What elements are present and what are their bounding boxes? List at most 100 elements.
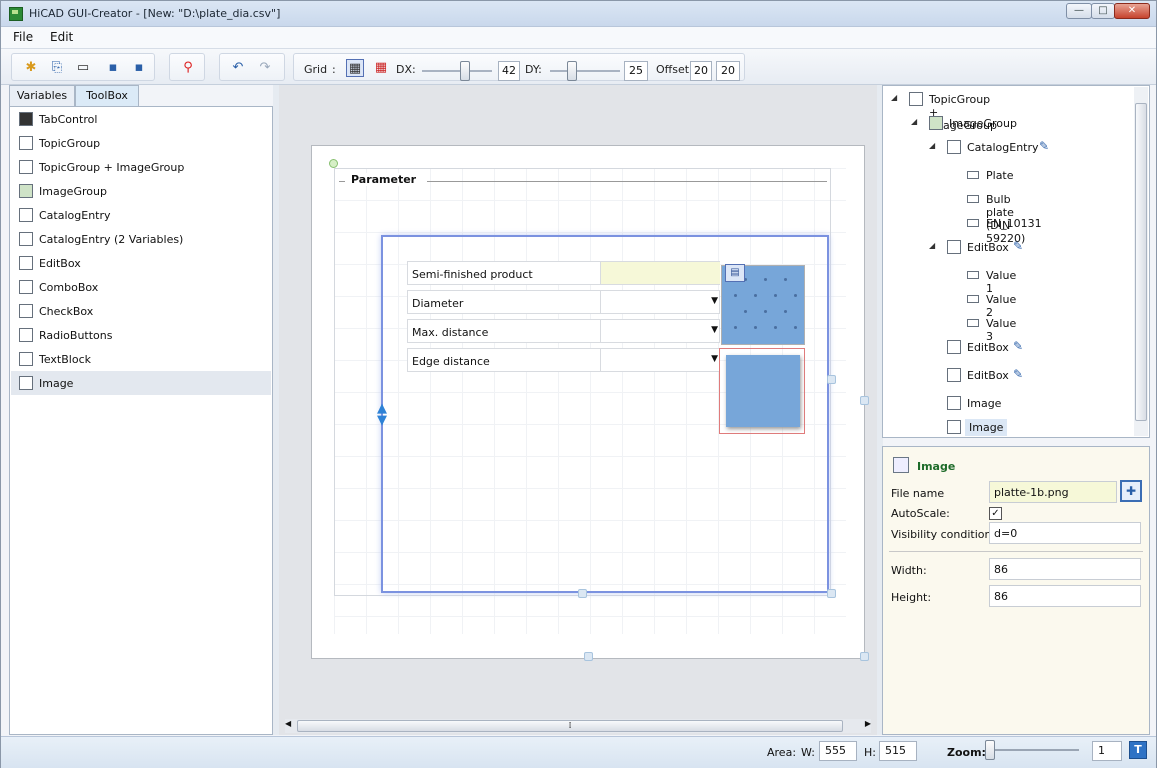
toolbox-item-combobox[interactable]: ComboBox: [11, 275, 271, 299]
snap-icon[interactable]: ▦: [372, 59, 390, 77]
resize-handle[interactable]: [827, 375, 836, 384]
toolbox-item-catalogentry-2[interactable]: CatalogEntry (2 Variables): [11, 227, 271, 251]
toolbox-item-textblock[interactable]: TextBlock: [11, 347, 271, 371]
field-row[interactable]: Diameter ▼: [407, 290, 720, 314]
zoom-slider-track: [989, 749, 1079, 751]
dx-slider-track: [422, 70, 492, 72]
image-preview-selected[interactable]: [719, 348, 805, 434]
open-icon[interactable]: ▭: [74, 59, 92, 77]
imagegroup-icon: [929, 116, 943, 130]
dy-slider-thumb[interactable]: [567, 61, 577, 81]
semi-finished-product-field[interactable]: [600, 262, 720, 284]
edit-pencil-icon[interactable]: ✎: [1039, 139, 1049, 153]
dy-input[interactable]: 25: [624, 61, 648, 81]
offset-x-input[interactable]: 20: [690, 61, 712, 81]
dx-input[interactable]: 42: [498, 61, 520, 81]
resize-handle[interactable]: [584, 652, 593, 661]
minimize-button[interactable]: —: [1066, 3, 1092, 19]
left-panel: Variables ToolBox TabControl TopicGroup …: [9, 85, 273, 735]
save-icon[interactable]: ▪: [104, 59, 122, 77]
status-bar: Area: W: 555 H: 515 Zoom: 1 T: [1, 736, 1156, 768]
divider: [889, 551, 1143, 552]
field-row[interactable]: Edge distance ▼: [407, 348, 720, 372]
toolbox-item-editbox[interactable]: EditBox: [11, 251, 271, 275]
open-template-icon[interactable]: ⎘: [48, 59, 66, 77]
diameter-combo[interactable]: ▼: [600, 291, 720, 313]
close-button[interactable]: ✕: [1114, 3, 1150, 19]
toolbox-item-radiobuttons[interactable]: RadioButtons: [11, 323, 271, 347]
imagegroup-icon: [19, 184, 33, 198]
save-as-icon[interactable]: ▪: [130, 59, 148, 77]
width-field[interactable]: 86: [989, 558, 1141, 580]
group-frame-line: [427, 181, 827, 182]
field-row[interactable]: Semi-finished product: [407, 261, 720, 285]
dy-label: DY:: [525, 63, 542, 76]
max-distance-combo[interactable]: ▼: [600, 320, 720, 342]
scroll-left-icon[interactable]: ◀: [285, 719, 291, 728]
browse-image-icon[interactable]: ✚: [1120, 480, 1142, 502]
toolbox-item-tabcontrol[interactable]: TabControl: [11, 107, 271, 131]
autoscale-label: AutoScale:: [891, 507, 950, 520]
image-group-selection[interactable]: Semi-finished product Diameter ▼ Max. di…: [377, 235, 829, 593]
scroll-thumb[interactable]: [1135, 103, 1147, 421]
dx-slider-thumb[interactable]: [460, 61, 470, 81]
resize-handle[interactable]: [578, 589, 587, 598]
new-icon[interactable]: ✱: [22, 59, 40, 77]
redo-icon[interactable]: ↷: [256, 59, 274, 77]
value-icon: [967, 219, 979, 227]
toolbox-item-topic-imagegroup[interactable]: TopicGroup + ImageGroup: [11, 155, 271, 179]
height-field[interactable]: 86: [989, 585, 1141, 607]
maximize-button[interactable]: □: [1091, 3, 1115, 19]
resize-arrows-icon[interactable]: ▲ ▼: [375, 402, 389, 429]
scroll-thumb[interactable]: ⁞: [297, 720, 843, 732]
edit-pencil-icon[interactable]: ✎: [1013, 339, 1023, 353]
field-row[interactable]: Max. distance ▼: [407, 319, 720, 343]
tree-vertical-scrollbar[interactable]: [1134, 87, 1148, 436]
visibility-condition-field[interactable]: d=0: [989, 522, 1141, 544]
scroll-right-icon[interactable]: ▶: [865, 719, 871, 728]
text-toggle-icon[interactable]: T: [1129, 741, 1147, 759]
app-window: HiCAD GUI-Creator - [New: "D:\plate_dia.…: [0, 0, 1157, 768]
toolbox-item-topicgroup[interactable]: TopicGroup: [11, 131, 271, 155]
collapse-icon: ◢: [891, 93, 898, 102]
edit-pencil-icon[interactable]: ✎: [1013, 239, 1023, 253]
rotate-handle[interactable]: [329, 159, 338, 168]
area-width-input[interactable]: 555: [819, 741, 857, 761]
image-icon: [947, 396, 961, 410]
plugin-toolbar-group: ⚲: [169, 53, 205, 81]
tab-variables[interactable]: Variables: [9, 85, 75, 107]
height-label: Height:: [891, 591, 932, 604]
resize-handle[interactable]: [860, 652, 869, 661]
toolbox-item-checkbox[interactable]: CheckBox: [11, 299, 271, 323]
file-name-field[interactable]: platte-1b.png: [989, 481, 1117, 503]
grid-toolbar-group: Grid : ▦ ▦ DX: 42 DY: 25 Offset: 20 20: [293, 53, 745, 81]
menu-file[interactable]: File: [13, 30, 33, 44]
editbox-icon: [19, 256, 33, 270]
height-label: H:: [864, 746, 876, 759]
plugin-icon[interactable]: ⚲: [179, 59, 197, 77]
tab-toolbox[interactable]: ToolBox: [75, 85, 139, 107]
edge-distance-combo[interactable]: ▼: [600, 349, 720, 371]
edit-pencil-icon[interactable]: ✎: [1013, 367, 1023, 381]
offset-y-input[interactable]: 20: [716, 61, 740, 81]
undo-icon[interactable]: ↶: [229, 59, 247, 77]
file-name-label: File name: [891, 487, 945, 500]
resize-handle[interactable]: [860, 396, 869, 405]
autoscale-checkbox[interactable]: ✓: [989, 507, 1002, 520]
topic-group[interactable]: Parameter Semi-finished product Diameter…: [334, 168, 831, 596]
toolbox-item-image[interactable]: Image: [11, 371, 271, 395]
catalog-picker-icon[interactable]: ▤: [725, 264, 745, 282]
zoom-slider-thumb[interactable]: [985, 740, 995, 760]
resize-handle[interactable]: [827, 589, 836, 598]
image-placeholder: [726, 355, 800, 427]
zoom-input[interactable]: 1: [1092, 741, 1122, 761]
toolbox-item-catalogentry[interactable]: CatalogEntry: [11, 203, 271, 227]
title-bar: HiCAD GUI-Creator - [New: "D:\plate_dia.…: [1, 1, 1156, 27]
area-height-input[interactable]: 515: [879, 741, 917, 761]
toolbox-item-imagegroup[interactable]: ImageGroup: [11, 179, 271, 203]
collapse-icon: ◢: [929, 241, 936, 250]
properties-panel: Image File name platte-1b.png ✚ AutoScal…: [882, 446, 1150, 735]
grid-toggle-icon[interactable]: ▦: [346, 59, 364, 77]
horizontal-scrollbar[interactable]: ◀ ⁞ ▶: [285, 719, 871, 733]
menu-edit[interactable]: Edit: [50, 30, 73, 44]
